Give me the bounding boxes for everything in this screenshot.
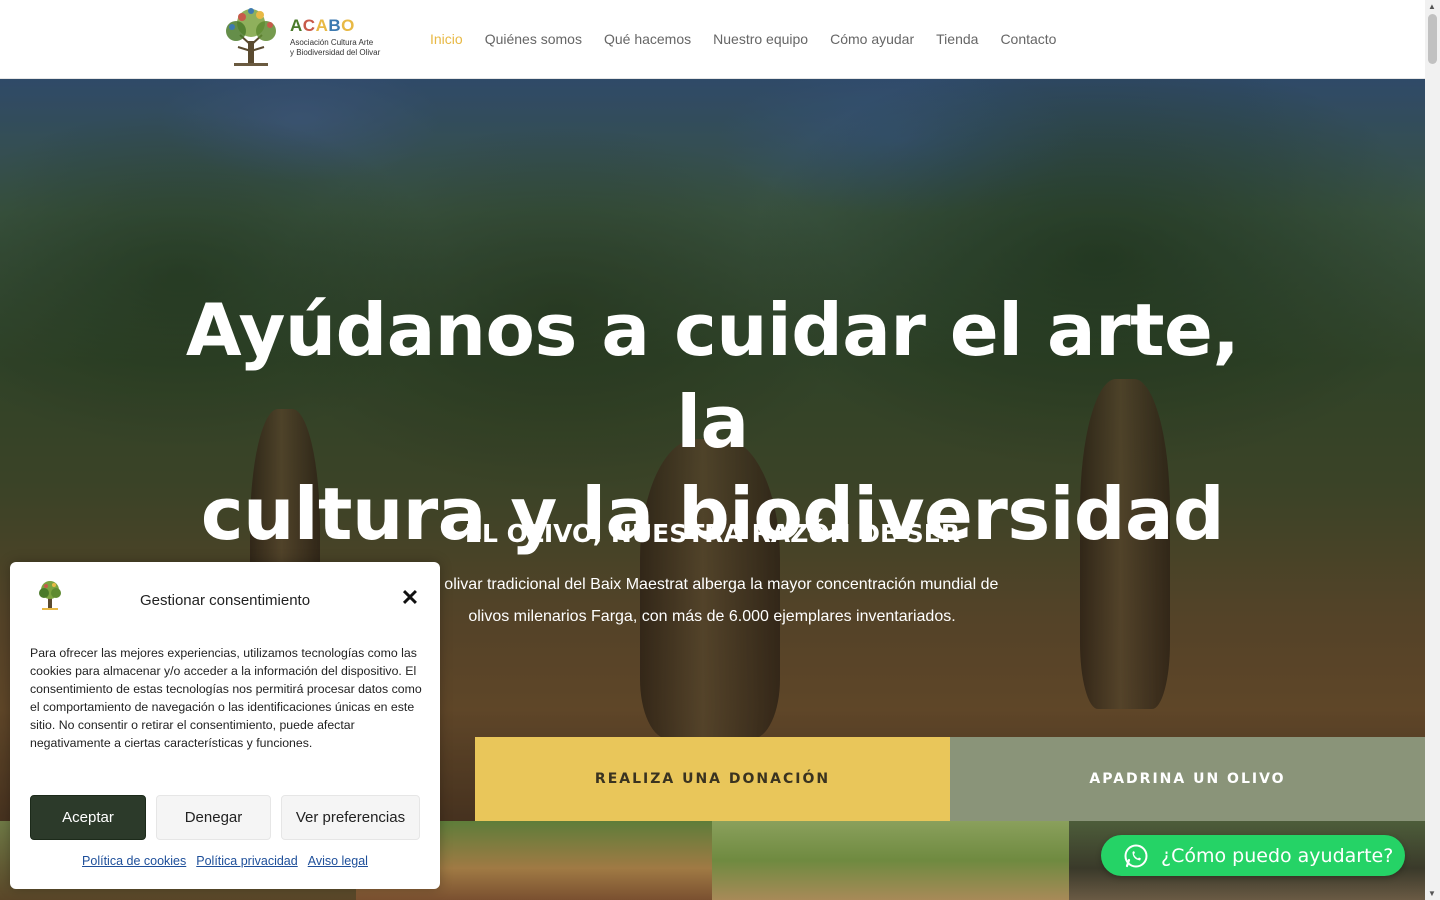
nav-item-nuestro-equipo[interactable]: Nuestro equipo [713,30,808,48]
hero-title-line-1: Ayúdanos a cuidar el arte, la [185,288,1240,464]
brand-letter: O [341,16,355,35]
nav-item-contacto[interactable]: Contacto [1000,30,1056,48]
nav-item-tienda[interactable]: Tienda [936,30,978,48]
cookie-dialog-body: Para ofrecer las mejores experiencias, u… [30,646,422,750]
site-header: ACABO Asociación Cultura Arte y Biodiver… [0,0,1425,79]
cookie-consent-dialog: Gestionar consentimiento ✕ Para ofrecer … [10,562,440,889]
brand-letter: A [315,16,329,35]
scrollbar-thumb[interactable] [1428,14,1437,64]
adopt-olive-button[interactable]: APADRINA UN OLIVO [950,737,1425,821]
hero-description-line-1: El olivar tradicional del Baix Maestrat … [425,576,999,593]
olive-tree-logo-icon [226,8,276,66]
nav-item-que-hacemos[interactable]: Qué hacemos [604,30,691,48]
cookie-dialog-title: Gestionar consentimiento [139,592,311,609]
view-preferences-button[interactable]: Ver preferencias [281,795,420,840]
main-nav: Inicio Quiénes somos Qué hacemos Nuestro… [430,30,1078,48]
brand-name: ACABO [290,16,380,36]
whatsapp-chat-button[interactable]: ¿Cómo puedo ayudarte? [1101,835,1405,876]
accept-cookies-button[interactable]: Aceptar [30,795,146,840]
privacy-policy-link[interactable]: Política privacidad [196,854,297,868]
photo-planting [712,821,1069,900]
brand-letter: A [290,16,303,35]
nav-item-quienes-somos[interactable]: Quiénes somos [485,30,582,48]
scroll-up-arrow-icon[interactable]: ▲ [1428,2,1436,11]
deny-cookies-button[interactable]: Denegar [156,795,271,840]
page-scrollbar[interactable]: ▲ ▼ [1425,0,1440,900]
whatsapp-label: ¿Cómo puedo ayudarte? [1161,844,1394,867]
cookie-policy-link[interactable]: Política de cookies [82,854,186,868]
legal-notice-link[interactable]: Aviso legal [308,854,368,868]
donate-button[interactable]: REALIZA UNA DONACIÓN [475,737,950,821]
brand-subtitle-2: y Biodiversidad del Olivar [290,48,381,57]
nav-item-como-ayudar[interactable]: Cómo ayudar [830,30,914,48]
hero-subtitle: EL OLIVO, NUESTRA RAZÓN DE SER [464,519,961,548]
nav-item-inicio[interactable]: Inicio [430,30,463,48]
logo-text: ACABO Asociación Cultura Arte y Biodiver… [290,16,380,58]
close-icon[interactable]: ✕ [400,587,420,609]
hero-description-line-2: olivos milenarios Farga, con más de 6.00… [468,608,956,625]
whatsapp-icon [1124,844,1148,867]
brand-letter: B [328,16,342,35]
site-logo[interactable]: ACABO Asociación Cultura Arte y Biodiver… [220,4,395,70]
hero-description: El olivar tradicional del Baix Maestrat … [412,569,1012,633]
brand-letter: C [302,16,316,35]
scroll-down-arrow-icon[interactable]: ▼ [1428,889,1436,898]
cookie-policy-links: Política de cookies Política privacidad … [10,854,440,868]
brand-subtitle-1: Asociación Cultura Arte [290,38,374,47]
